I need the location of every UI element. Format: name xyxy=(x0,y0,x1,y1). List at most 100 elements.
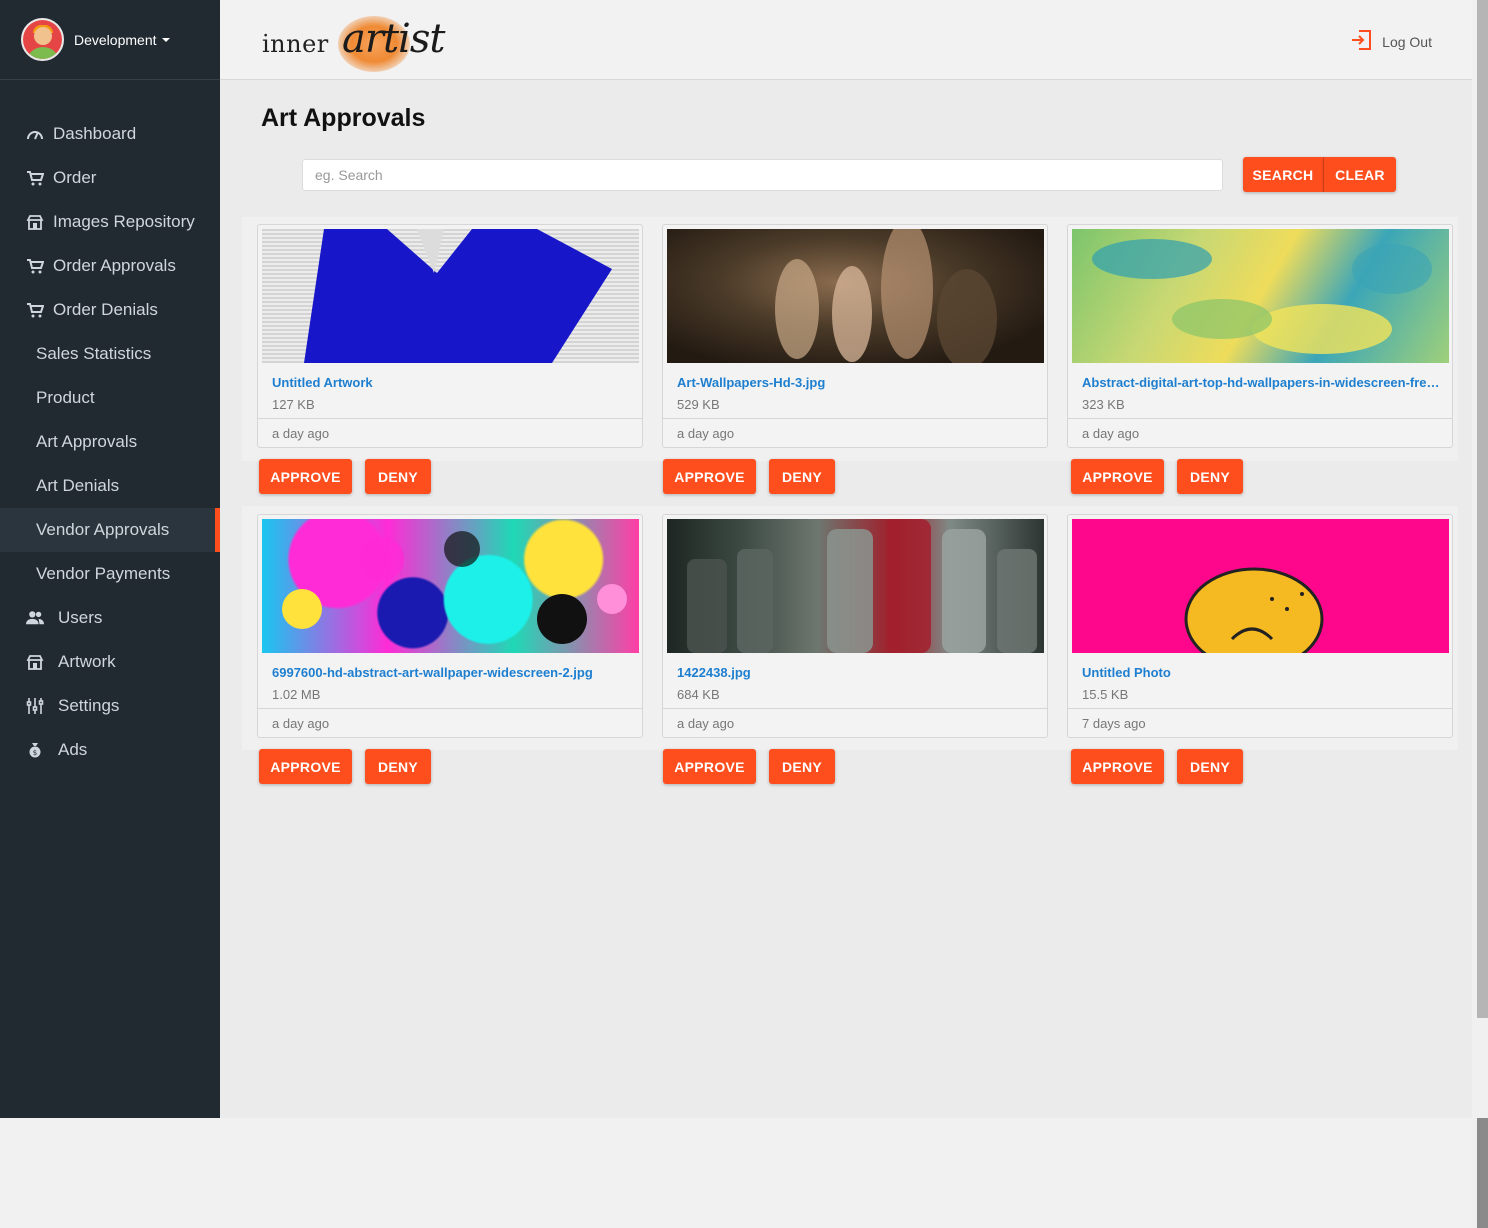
art-upload-time: a day ago xyxy=(258,708,642,737)
sidebar-nav: Dashboard Order Images Repository Order … xyxy=(0,112,220,772)
art-thumbnail[interactable] xyxy=(262,519,639,653)
sidebar-item-label: Vendor Approvals xyxy=(36,520,170,539)
deny-button[interactable]: DENY xyxy=(365,459,431,494)
sliders-icon xyxy=(26,697,44,715)
scrollbar-lower-segment[interactable] xyxy=(1477,1118,1488,1228)
clear-button[interactable]: CLEAR xyxy=(1324,157,1396,192)
art-title-link[interactable]: Art-Wallpapers-Hd-3.jpg xyxy=(677,375,1037,390)
art-file-size: 684 KB xyxy=(677,687,720,702)
svg-text:$: $ xyxy=(33,749,37,757)
profile-header[interactable]: Development xyxy=(0,0,220,80)
sidebar-item-label: Sales Statistics xyxy=(36,344,152,363)
sidebar-item-label: Product xyxy=(36,388,95,407)
art-file-size: 127 KB xyxy=(272,397,315,412)
sidebar-item-sales-statistics[interactable]: Sales Statistics xyxy=(0,332,220,376)
art-upload-time: a day ago xyxy=(258,418,642,447)
sidebar-item-order-approvals[interactable]: Order Approvals xyxy=(0,244,220,288)
sidebar-item-product[interactable]: Product xyxy=(0,376,220,420)
sidebar-item-order[interactable]: Order xyxy=(0,156,220,200)
sidebar-item-label: Art Approvals xyxy=(36,432,138,451)
page-scrollbar[interactable] xyxy=(1472,0,1488,1228)
page-title: Art Approvals xyxy=(261,104,426,132)
deny-button[interactable]: DENY xyxy=(769,749,835,784)
deny-button[interactable]: DENY xyxy=(365,749,431,784)
approve-button[interactable]: APPROVE xyxy=(259,459,352,494)
search-input[interactable]: eg. Search xyxy=(302,159,1223,191)
art-title-link[interactable]: 6997600-hd-abstract-art-wallpaper-widesc… xyxy=(272,665,632,680)
sidebar-item-users[interactable]: Users xyxy=(0,596,220,640)
sidebar-item-label: Order Approvals xyxy=(53,256,176,275)
art-thumbnail[interactable] xyxy=(667,229,1044,363)
art-card: Art-Wallpapers-Hd-3.jpg 529 KB a day ago xyxy=(662,224,1048,448)
art-file-size: 323 KB xyxy=(1082,397,1125,412)
logo-inner-text: inner xyxy=(262,30,329,58)
art-card: Untitled Photo 15.5 KB 7 days ago xyxy=(1067,514,1453,738)
search-button[interactable]: SEARCH xyxy=(1243,157,1324,192)
sidebar-item-art-approvals[interactable]: Art Approvals xyxy=(0,420,220,464)
art-title-link[interactable]: 1422438.jpg xyxy=(677,665,1037,680)
logo-artist-text: artist xyxy=(342,16,445,62)
art-file-size: 15.5 KB xyxy=(1082,687,1129,702)
art-upload-time: a day ago xyxy=(663,418,1047,447)
art-upload-time: a day ago xyxy=(1068,418,1452,447)
storefront-icon xyxy=(26,213,44,231)
art-upload-time: 7 days ago xyxy=(1068,708,1452,737)
scrollbar-thumb[interactable] xyxy=(1477,0,1488,1018)
top-header: inner artist Log Out xyxy=(220,0,1472,80)
art-title-link[interactable]: Untitled Artwork xyxy=(272,375,632,390)
art-thumbnail[interactable] xyxy=(262,229,639,363)
sidebar-item-label: Art Denials xyxy=(36,476,120,495)
sidebar-item-label: Settings xyxy=(58,696,120,715)
sidebar-item-ads[interactable]: $ Ads xyxy=(0,728,220,772)
art-thumbnail[interactable] xyxy=(1072,229,1449,363)
sidebar-item-vendor-payments[interactable]: Vendor Payments xyxy=(0,552,220,596)
main-content: Art Approvals eg. Search SEARCH CLEAR Un… xyxy=(220,80,1472,1118)
sidebar-item-artwork[interactable]: Artwork xyxy=(0,640,220,684)
sidebar-item-label: Users xyxy=(58,608,103,627)
sidebar-item-label: Order xyxy=(53,168,97,187)
caret-down-icon xyxy=(161,37,170,42)
sidebar-item-art-denials[interactable]: Art Denials xyxy=(0,464,220,508)
sidebar-item-dashboard[interactable]: Dashboard xyxy=(0,112,220,156)
storefront-icon xyxy=(26,653,44,671)
sidebar-item-label: Order Denials xyxy=(53,300,158,319)
avatar[interactable] xyxy=(21,18,64,61)
inner-artist-logo[interactable]: inner artist xyxy=(262,14,445,74)
cart-icon xyxy=(26,257,44,275)
sidebar: Development Dashboard Order Images Repos… xyxy=(0,0,220,1118)
art-card: Abstract-digital-art-top-hd-wallpapers-i… xyxy=(1067,224,1453,448)
art-thumbnail[interactable] xyxy=(1072,519,1449,653)
sidebar-item-vendor-approvals[interactable]: Vendor Approvals xyxy=(0,508,220,552)
deny-button[interactable]: DENY xyxy=(1177,459,1243,494)
sidebar-item-settings[interactable]: Settings xyxy=(0,684,220,728)
art-card: 6997600-hd-abstract-art-wallpaper-widesc… xyxy=(257,514,643,738)
approve-button[interactable]: APPROVE xyxy=(663,749,756,784)
sidebar-item-label: Dashboard xyxy=(53,124,137,143)
logout-button[interactable]: Log Out xyxy=(1350,28,1432,55)
money-bag-icon: $ xyxy=(26,741,44,759)
approve-button[interactable]: APPROVE xyxy=(1071,749,1164,784)
approve-button[interactable]: APPROVE xyxy=(1071,459,1164,494)
search-button-group: SEARCH CLEAR xyxy=(1243,157,1396,192)
art-thumbnail[interactable] xyxy=(667,519,1044,653)
deny-button[interactable]: DENY xyxy=(1177,749,1243,784)
logout-icon xyxy=(1350,28,1374,55)
deny-button[interactable]: DENY xyxy=(769,459,835,494)
approve-button[interactable]: APPROVE xyxy=(259,749,352,784)
approve-button[interactable]: APPROVE xyxy=(663,459,756,494)
sidebar-item-label: Ads xyxy=(58,740,88,759)
art-upload-time: a day ago xyxy=(663,708,1047,737)
sidebar-item-images-repository[interactable]: Images Repository xyxy=(0,200,220,244)
art-card: Untitled Artwork 127 KB a day ago xyxy=(257,224,643,448)
dashboard-gauge-icon xyxy=(26,125,44,143)
art-file-size: 1.02 MB xyxy=(272,687,321,702)
sidebar-item-label: Artwork xyxy=(58,652,116,671)
art-card: 1422438.jpg 684 KB a day ago xyxy=(662,514,1048,738)
sidebar-item-order-denials[interactable]: Order Denials xyxy=(0,288,220,332)
profile-dropdown[interactable]: Development xyxy=(74,32,170,48)
cart-icon xyxy=(26,169,44,187)
art-title-link[interactable]: Abstract-digital-art-top-hd-wallpapers-i… xyxy=(1082,375,1442,390)
users-icon xyxy=(26,609,44,627)
cart-icon xyxy=(26,301,44,319)
art-title-link[interactable]: Untitled Photo xyxy=(1082,665,1442,680)
